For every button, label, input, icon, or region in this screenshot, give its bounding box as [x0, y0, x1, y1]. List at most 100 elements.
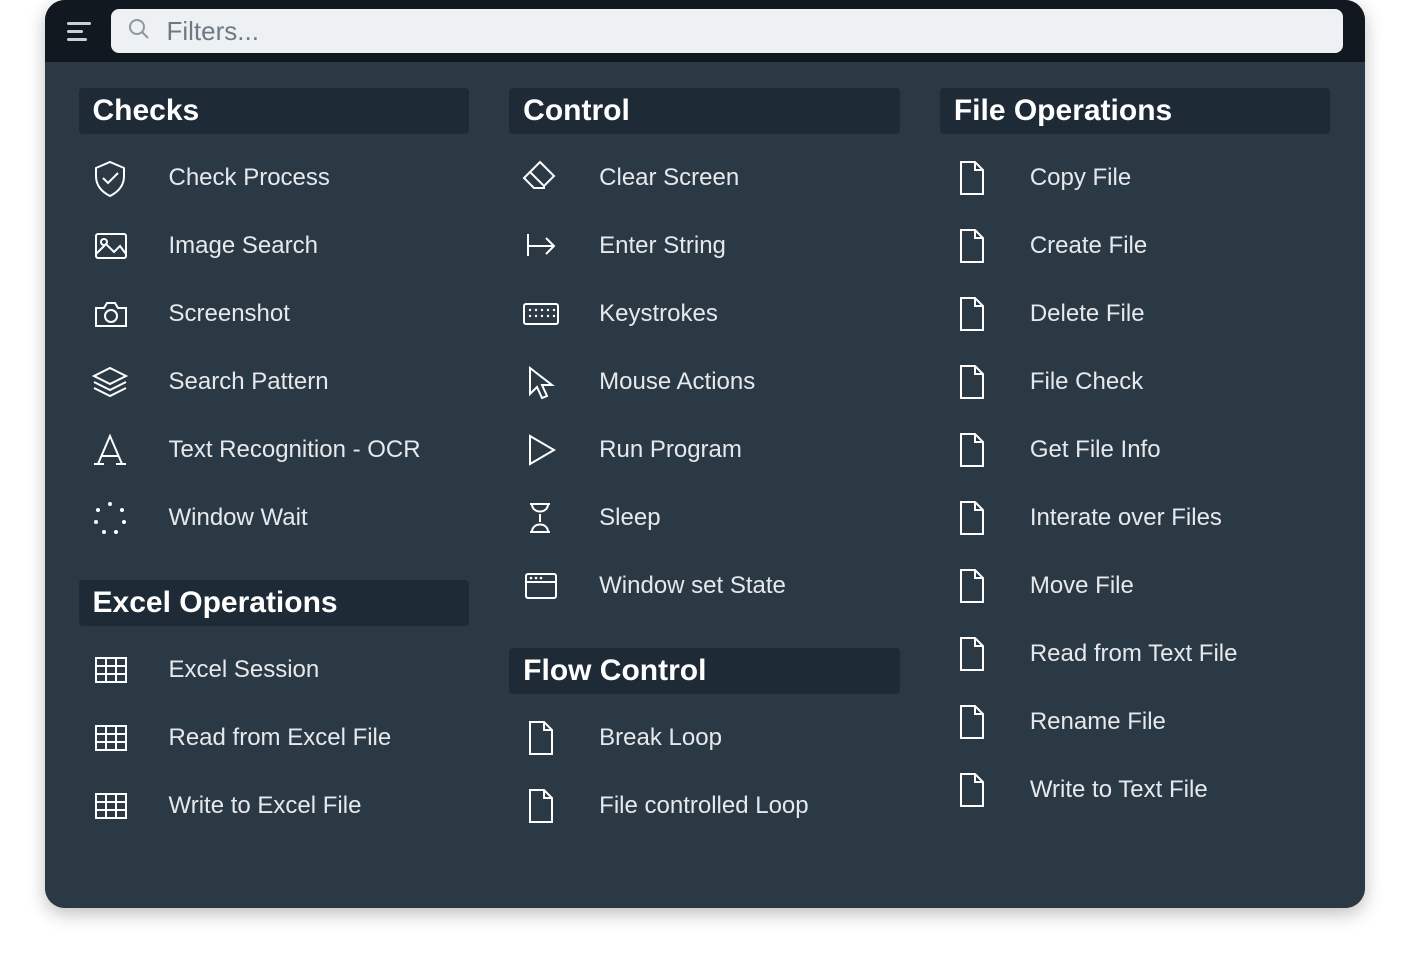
item-label: Sleep: [599, 504, 660, 532]
file-icon: [515, 718, 565, 758]
list-item[interactable]: Write to Excel File: [79, 772, 470, 840]
menu-icon[interactable]: [67, 18, 93, 44]
item-label: Text Recognition - OCR: [169, 436, 421, 464]
section-title: Excel Operations: [93, 586, 456, 620]
camera-icon: [85, 294, 135, 334]
item-label: Window set State: [599, 572, 786, 600]
list-item[interactable]: File controlled Loop: [509, 772, 900, 840]
list-item[interactable]: Read from Text File: [940, 620, 1331, 688]
section-header: File Operations: [940, 88, 1331, 134]
file-icon: [946, 158, 996, 198]
list-item[interactable]: Search Pattern: [79, 348, 470, 416]
list-item[interactable]: Move File: [940, 552, 1331, 620]
search-input[interactable]: [165, 15, 1327, 48]
cursor-icon: [515, 362, 565, 402]
list-item[interactable]: Run Program: [509, 416, 900, 484]
item-label: Interate over Files: [1030, 504, 1222, 532]
list-item[interactable]: Get File Info: [940, 416, 1331, 484]
column: Checks Check Process Image Search Screensho…: [79, 88, 470, 868]
list-item[interactable]: Window set State: [509, 552, 900, 620]
list-item[interactable]: Sleep: [509, 484, 900, 552]
layers-icon: [85, 362, 135, 402]
item-label: Excel Session: [169, 656, 320, 684]
item-label: Get File Info: [1030, 436, 1161, 464]
grid-icon: [85, 718, 135, 758]
list-item[interactable]: Enter String: [509, 212, 900, 280]
search-box[interactable]: [111, 9, 1343, 53]
list-item[interactable]: File Check: [940, 348, 1331, 416]
list-item[interactable]: Mouse Actions: [509, 348, 900, 416]
item-label: Screenshot: [169, 300, 290, 328]
item-label: Run Program: [599, 436, 742, 464]
list-item[interactable]: Window Wait: [79, 484, 470, 552]
column: Control Clear Screen Enter String Keystroke…: [509, 88, 900, 868]
section-header: Control: [509, 88, 900, 134]
file-icon: [946, 702, 996, 742]
file-icon: [946, 294, 996, 334]
section-header: Flow Control: [509, 648, 900, 694]
item-label: Check Process: [169, 164, 330, 192]
item-label: Keystrokes: [599, 300, 718, 328]
item-label: Mouse Actions: [599, 368, 755, 396]
item-label: Delete File: [1030, 300, 1145, 328]
item-label: Create File: [1030, 232, 1147, 260]
list-item[interactable]: Create File: [940, 212, 1331, 280]
keyboard-icon: [515, 294, 565, 334]
section: Excel Operations Excel Session Read from E…: [79, 580, 470, 840]
list-item[interactable]: Image Search: [79, 212, 470, 280]
grid-icon: [85, 650, 135, 690]
item-label: Write to Text File: [1030, 776, 1208, 804]
file-icon: [946, 770, 996, 810]
image-icon: [85, 226, 135, 266]
section-header: Excel Operations: [79, 580, 470, 626]
list-item[interactable]: Keystrokes: [509, 280, 900, 348]
item-label: Clear Screen: [599, 164, 739, 192]
file-icon: [515, 786, 565, 826]
section: Control Clear Screen Enter String Keystroke…: [509, 88, 900, 620]
list-item[interactable]: Read from Excel File: [79, 704, 470, 772]
window-icon: [515, 566, 565, 606]
enter-icon: [515, 226, 565, 266]
grid-icon: [85, 786, 135, 826]
hourglass-icon: [515, 498, 565, 538]
item-label: Read from Text File: [1030, 640, 1238, 668]
section-title: Control: [523, 94, 886, 128]
file-icon: [946, 430, 996, 470]
item-label: Window Wait: [169, 504, 308, 532]
section-title: File Operations: [954, 94, 1317, 128]
play-icon: [515, 430, 565, 470]
item-label: File controlled Loop: [599, 792, 808, 820]
list-item[interactable]: Check Process: [79, 144, 470, 212]
section-title: Flow Control: [523, 654, 886, 688]
list-item[interactable]: Break Loop: [509, 704, 900, 772]
shield-check-icon: [85, 158, 135, 198]
list-item[interactable]: Excel Session: [79, 636, 470, 704]
list-item[interactable]: Copy File: [940, 144, 1331, 212]
columns: Checks Check Process Image Search Screensho…: [79, 88, 1331, 868]
dots-wait-icon: [85, 498, 135, 538]
list-item[interactable]: Rename File: [940, 688, 1331, 756]
topbar: [45, 0, 1365, 62]
list-item[interactable]: Screenshot: [79, 280, 470, 348]
list-item[interactable]: Interate over Files: [940, 484, 1331, 552]
item-label: Search Pattern: [169, 368, 329, 396]
file-icon: [946, 634, 996, 674]
panel: Checks Check Process Image Search Screensho…: [45, 62, 1365, 908]
file-icon: [946, 566, 996, 606]
list-item[interactable]: Delete File: [940, 280, 1331, 348]
file-icon: [946, 226, 996, 266]
item-label: Move File: [1030, 572, 1134, 600]
column: File Operations Copy File Create File Delet…: [940, 88, 1331, 868]
item-label: Enter String: [599, 232, 726, 260]
item-label: Write to Excel File: [169, 792, 362, 820]
section: Flow Control Break Loop File controlled Lo…: [509, 648, 900, 840]
section: Checks Check Process Image Search Screensho…: [79, 88, 470, 552]
section-title: Checks: [93, 94, 456, 128]
section-header: Checks: [79, 88, 470, 134]
list-item[interactable]: Write to Text File: [940, 756, 1331, 824]
list-item[interactable]: Clear Screen: [509, 144, 900, 212]
item-label: Rename File: [1030, 708, 1166, 736]
list-item[interactable]: Text Recognition - OCR: [79, 416, 470, 484]
text-a-icon: [85, 430, 135, 470]
file-icon: [946, 498, 996, 538]
